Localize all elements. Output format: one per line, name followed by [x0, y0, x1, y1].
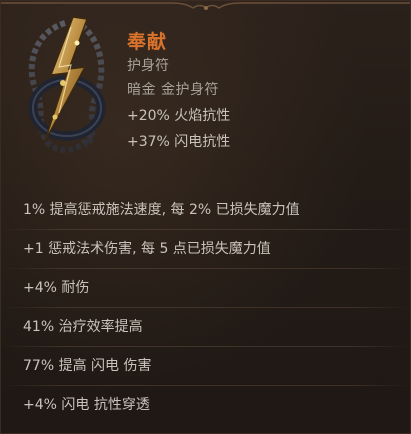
explicit-mod: +1 惩戒法术伤害, 每 5 点已损失魔力值: [1, 230, 410, 269]
item-name: 奉献: [127, 31, 168, 53]
lightning-amulet-icon[interactable]: [15, 13, 115, 163]
explicit-mod: +4% 闪电 抗性穿透: [23, 397, 150, 413]
item-base-type: 暗金 金护身符: [127, 82, 219, 98]
explicit-mod: +4% 耐伤: [1, 269, 410, 308]
tooltip-header: 奉献 护身符 暗金 金护身符 +20% 火焰抗性 +37% 闪电抗性: [1, 1, 410, 171]
explicit-mod: 77% 提高 闪电 伤害: [1, 347, 410, 386]
explicit-mod: 1% 提高惩戒施法速度, 每 2% 已损失魔力值: [1, 191, 410, 230]
item-class: 护身符: [127, 58, 169, 74]
explicit-mod: 41% 治疗效率提高: [1, 308, 410, 347]
implicit-mod: +20% 火焰抗性: [127, 108, 231, 124]
implicit-mod: +37% 闪电抗性: [127, 134, 231, 150]
explicit-mods-list: 1% 提高惩戒施法速度, 每 2% 已损失魔力值 +1 惩戒法术伤害, 每 5 …: [1, 191, 410, 425]
item-tooltip: 奉献 护身符 暗金 金护身符 +20% 火焰抗性 +37% 闪电抗性 1% 提高…: [0, 0, 411, 434]
